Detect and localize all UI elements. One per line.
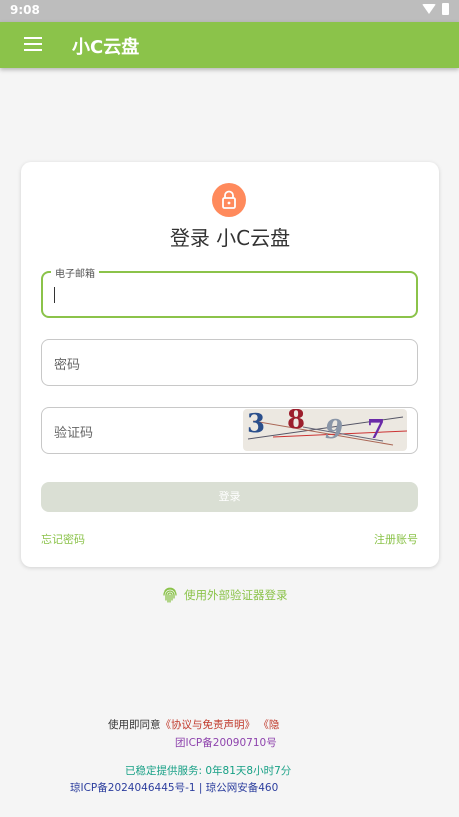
registration-line[interactable]: 琼ICP备2024046445号-1 | 琼公网安备460 [70,780,278,795]
captcha-char: 3 [247,409,266,439]
login-card: 登录 小C云盘 电子邮箱 密码 验证码 3 8 9 7 登录 忘记密码 注册账号 [21,162,439,567]
wifi-icon [422,4,436,14]
captcha-field[interactable]: 验证码 3 8 9 7 [41,407,418,454]
captcha-placeholder: 验证码 [54,426,94,441]
register-link[interactable]: 注册账号 [374,531,418,547]
status-time: 9:08 [10,3,40,17]
footer-fade-overlay [279,705,459,815]
captcha-char: 9 [325,415,344,445]
email-field[interactable]: 电子邮箱 [41,265,418,318]
lock-icon [212,183,246,217]
password-field[interactable]: 密码 [41,339,418,386]
hamburger-menu-icon[interactable] [24,37,42,51]
agreement-line: 使用即同意《协议与免责声明》 《隐 [108,717,279,732]
status-icons [422,3,449,15]
battery-icon [442,3,449,15]
app-bar: 小C云盘 [0,22,459,68]
privacy-link[interactable]: 《隐 [258,719,279,731]
text-caret [54,287,55,303]
forgot-password-link[interactable]: 忘记密码 [41,531,85,547]
captcha-char: 7 [367,415,386,445]
login-title: 登录 小C云盘 [169,226,291,250]
email-label: 电子邮箱 [51,265,99,280]
external-login-label: 使用外部验证器登录 [184,588,288,602]
agreement-link[interactable]: 《协议与免责声明》 [161,719,256,731]
fingerprint-icon [163,587,177,603]
status-bar: 9:08 [0,0,459,22]
login-button[interactable]: 登录 [41,482,418,512]
captcha-image[interactable]: 3 8 9 7 [243,409,407,451]
uptime-text: 已稳定提供服务: 0年81天8小时7分 [125,765,292,777]
password-placeholder: 密码 [54,358,81,373]
captcha-char: 8 [287,409,306,435]
agree-prefix: 使用即同意 [108,719,161,731]
external-authenticator-login[interactable]: 使用外部验证器登录 [162,586,288,604]
icp-line[interactable]: 团ICP备20090710号 [175,735,277,750]
app-title: 小C云盘 [72,37,140,58]
